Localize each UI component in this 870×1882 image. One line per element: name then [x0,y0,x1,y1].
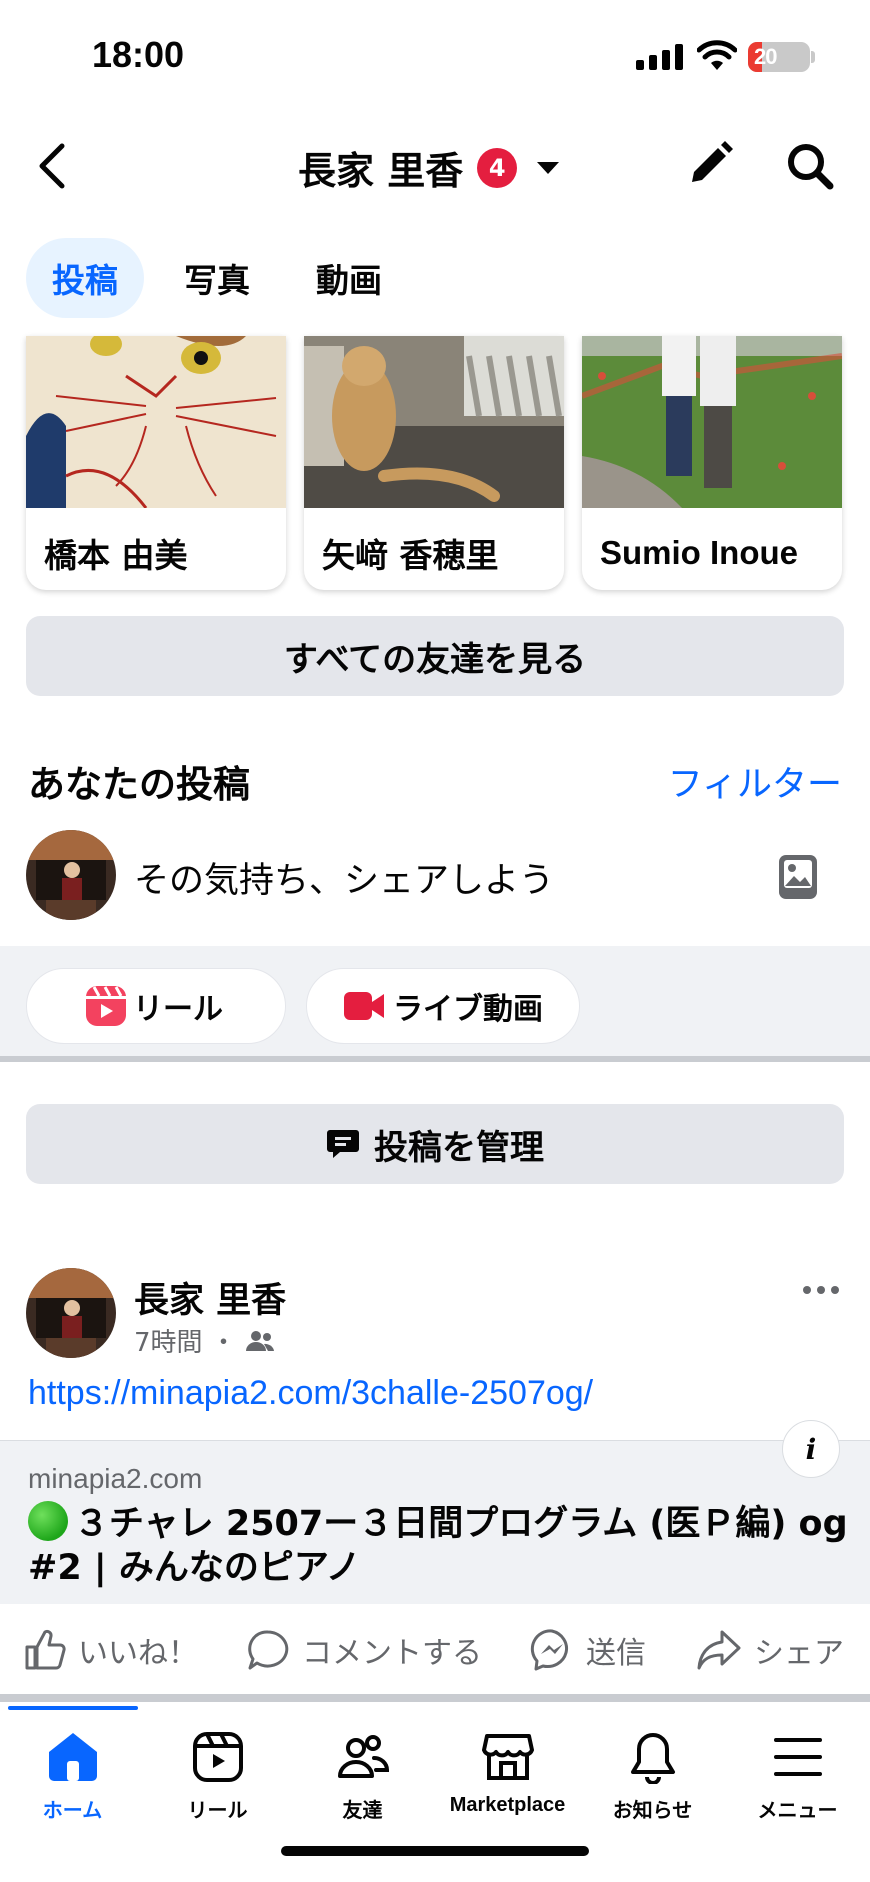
reels-icon [192,1732,243,1782]
link-preview-card[interactable]: minapia2.com ３チャレ 2507ー３日間プログラム (医Ｐ編) og… [0,1440,870,1604]
friends-audience-icon[interactable] [245,1330,275,1352]
nav-menu[interactable]: メニュー [725,1730,870,1823]
battery-level: 20 [754,44,778,69]
info-icon[interactable]: i [782,1420,840,1478]
share-arrow-icon [697,1630,741,1670]
nav-friends-label: 友達 [342,1798,383,1822]
home-indicator [281,1846,589,1856]
avatar[interactable] [26,830,116,920]
link-headline-text: ３チャレ 2507ー３日間プログラム (医Ｐ編) og #2 | みんなのピアノ [28,1504,848,1588]
composer-input[interactable]: その気持ち、シェアしよう [134,852,554,903]
friend-card[interactable]: 矢﨑 香穂里 [304,336,564,590]
page-title: 長家 里香 [298,149,464,193]
post-author-name[interactable]: 長家 里香 [134,1272,286,1323]
nav-marketplace[interactable]: Marketplace [435,1730,580,1817]
your-posts-heading: あなたの投稿 [28,763,250,806]
bell-icon [630,1733,675,1784]
profile-header: 長家 里香 4 [0,120,870,210]
comment-button[interactable]: コメントする [246,1628,482,1672]
friend-card[interactable]: 橋本 由美 [26,336,286,590]
link-domain: minapia2.com [28,1463,203,1494]
messenger-icon [530,1629,568,1671]
marketplace-icon [481,1734,534,1780]
nav-reels-label: リール [187,1798,248,1822]
friend-name: 矢﨑 香穂里 [322,536,499,575]
tab-videos[interactable]: 動画 [290,238,408,318]
battery-icon: 20 [748,42,810,72]
friend-card[interactable]: Sumio Inoue [582,336,842,590]
live-video-label: ライブ動画 [393,992,543,1027]
nav-notifications-label: お知らせ [612,1798,693,1822]
send-button[interactable]: 送信 [530,1628,646,1672]
wifi-icon [697,40,737,70]
active-tab-indicator [8,1706,138,1710]
share-label: シェア [754,1636,844,1671]
friend-photo [26,336,286,509]
reels-icon [86,986,126,1026]
signal-icon [636,44,683,70]
reels-label: リール [133,992,223,1027]
post-meta: 7時間 ・ [134,1322,275,1359]
reels-chip[interactable]: リール [26,968,286,1044]
like-label: いいね！ [78,1636,198,1671]
filter-link[interactable]: フィルター [668,756,842,807]
video-camera-icon [344,992,384,1020]
see-all-friends-button[interactable]: すべての友達を見る [26,616,844,696]
friend-photo [582,336,842,508]
thumbs-up-icon [25,1629,66,1670]
more-options-icon[interactable] [800,1280,842,1300]
manage-posts-button[interactable]: 投稿を管理 [26,1104,844,1184]
nav-notifications[interactable]: お知らせ [580,1730,725,1823]
friend-photo [304,336,564,508]
comment-bubble-icon [248,1630,289,1670]
friend-name: 橋本 由美 [44,536,188,575]
green-circle-icon [28,1501,68,1541]
comment-label: コメントする [302,1636,482,1671]
tab-photos[interactable]: 写真 [158,238,276,318]
post-link[interactable]: https://minapia2.com/3challe-2507og/ [28,1374,593,1413]
home-icon [48,1733,97,1781]
nav-home[interactable]: ホーム [0,1730,145,1823]
nav-friends[interactable]: 友達 [290,1730,435,1823]
meta-separator: ・ [210,1328,237,1358]
nav-home-label: ホーム [42,1798,103,1822]
live-video-chip[interactable]: ライブ動画 [306,968,580,1044]
status-time: 18:00 [92,34,185,75]
friends-icon [337,1735,389,1778]
share-button[interactable]: シェア [696,1628,844,1672]
post-time[interactable]: 7時間 [134,1322,203,1359]
nav-menu-label: メニュー [757,1798,838,1822]
tab-posts[interactable]: 投稿 [26,238,144,318]
status-bar: 18:00 20 [0,0,870,110]
like-button[interactable]: いいね！ [24,1628,198,1672]
create-options-bar: リール ライブ動画 [0,946,870,1062]
photo-icon[interactable] [778,854,818,900]
divider [0,1694,870,1702]
menu-icon [773,1738,822,1776]
edit-pencil-icon[interactable] [684,138,736,190]
chevron-down-icon [537,161,560,174]
friend-name: Sumio Inoue [600,534,798,571]
back-icon[interactable] [30,138,80,194]
post-author-avatar[interactable] [26,1268,116,1358]
nav-marketplace-label: Marketplace [449,1794,566,1816]
profile-tabs: 投稿 写真 動画 [26,238,408,318]
post-actions: いいね！ コメントする 送信 シェア [0,1606,870,1696]
chat-bubble-icon [327,1130,359,1158]
notification-badge: 4 [477,147,518,188]
profile-switcher[interactable]: 長家 里香 4 [298,140,560,195]
send-label: 送信 [586,1636,646,1671]
manage-posts-label: 投稿を管理 [374,1127,544,1168]
nav-reels[interactable]: リール [145,1730,290,1823]
search-icon[interactable] [782,138,838,194]
link-headline: ３チャレ 2507ー３日間プログラム (医Ｐ編) og #2 | みんなのピアノ [28,1501,848,1590]
friends-grid: 橋本 由美 矢﨑 香穂里 Sumio Inoue [26,336,844,590]
